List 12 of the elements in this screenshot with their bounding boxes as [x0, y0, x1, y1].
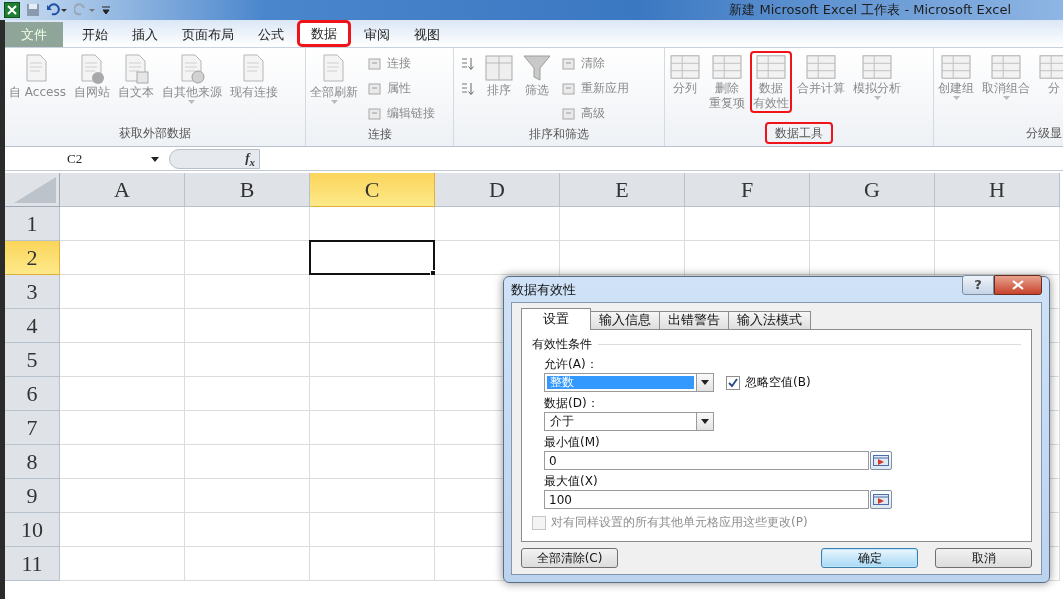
ribbon-group-label: 获取外部数据	[118, 125, 192, 142]
ribbon-group-label: 排序和筛选	[528, 126, 590, 143]
ribbon-group-label: 分级显	[1025, 125, 1063, 142]
field-label: 允许(A)：	[544, 356, 598, 372]
field-label: 最大值(X)	[544, 473, 598, 489]
dialog-title: 数据有效性	[511, 280, 576, 299]
window-title: 新建 Microsoft Excel 工作表 - Microsoft Excel	[729, 1, 1011, 19]
ribbon-group-label: 连接	[366, 126, 393, 143]
field-label: 最小值(M)	[544, 434, 600, 450]
section-title: 有效性条件	[532, 336, 592, 353]
ribbon-group-label: 数据工具	[765, 122, 833, 144]
field-label: 数据(D)：	[544, 395, 599, 411]
